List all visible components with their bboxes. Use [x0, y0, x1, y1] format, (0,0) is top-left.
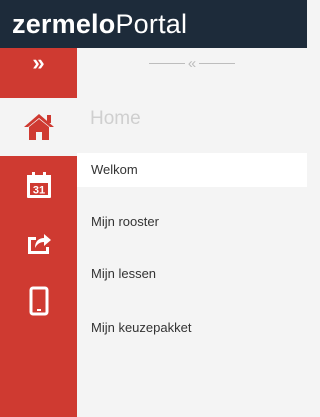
collapse-line-right [199, 62, 236, 64]
tablet-icon [29, 286, 48, 316]
logo-light-text: Portal [115, 8, 188, 39]
collapse-line-left [148, 62, 185, 64]
app-logo[interactable]: zermeloPortal [12, 8, 188, 39]
collapse-menu-bar[interactable]: « [77, 48, 307, 78]
section-title: Home [90, 108, 141, 129]
menu-item-mijn-lessen[interactable]: Mijn lessen [77, 257, 307, 291]
menu-item-welkom[interactable]: Welkom [77, 153, 307, 187]
sidebar-item-mobile[interactable] [0, 272, 77, 330]
calendar-icon: 31 [26, 172, 51, 198]
logo-bold-text: zermelo [12, 8, 116, 39]
sidebar-item-share[interactable] [0, 214, 77, 272]
calendar-day-text: 31 [32, 185, 44, 197]
sidebar-item-rooster[interactable]: 31 [0, 156, 77, 214]
home-icon [23, 114, 54, 140]
menu-item-mijn-keuzepakket[interactable]: Mijn keuzepakket [77, 311, 307, 345]
menu-item-mijn-rooster[interactable]: Mijn rooster [77, 205, 307, 239]
share-icon [27, 234, 51, 254]
expand-sidebar-button[interactable]: » [0, 48, 77, 78]
double-chevron-right-icon: » [32, 50, 45, 75]
double-chevron-left-icon: « [187, 54, 197, 72]
sidebar-item-home[interactable] [0, 98, 77, 156]
app-header: zermeloPortal [0, 0, 307, 48]
sidebar-rail: » 31 [0, 48, 77, 417]
